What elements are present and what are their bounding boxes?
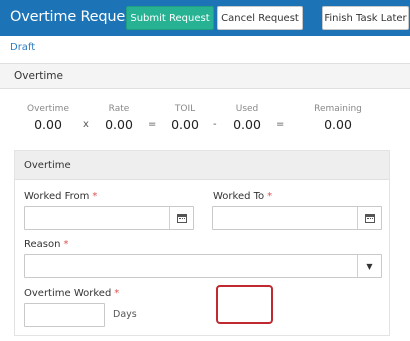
minus-operator: - <box>213 119 217 130</box>
cancel-request-button[interactable]: Cancel Request <box>217 6 303 30</box>
worked-to-calendar-button[interactable] <box>357 207 381 229</box>
reason-label: Reason * <box>24 239 68 250</box>
overtime-worked-label: Overtime Worked * <box>24 288 119 299</box>
overtime-worked-label-text: Overtime Worked <box>24 288 112 299</box>
summary-toil: TOIL 0.00 <box>165 104 205 132</box>
summary-remaining-value: 0.00 <box>324 117 352 132</box>
section-header: Overtime <box>0 64 410 89</box>
summary-overtime: Overtime 0.00 <box>25 104 71 132</box>
chevron-down-icon: ▼ <box>366 261 373 271</box>
summary-used-value: 0.00 <box>233 117 261 132</box>
summary-toil-label: TOIL <box>174 104 196 114</box>
days-unit-label: Days <box>113 309 137 320</box>
required-asterisk: * <box>63 239 69 250</box>
summary-used: Used 0.00 <box>227 104 267 132</box>
summary-rate-label: Rate <box>108 104 130 114</box>
worked-from-label-text: Worked From <box>24 191 90 202</box>
worked-from-calendar-button[interactable] <box>169 207 193 229</box>
reason-label-text: Reason <box>24 239 61 250</box>
worked-to-label: Worked To * <box>213 191 272 202</box>
required-asterisk: * <box>267 191 273 202</box>
calendar-icon <box>364 213 375 223</box>
summary-remaining-label: Remaining <box>314 104 362 114</box>
highlight-box <box>216 285 273 324</box>
status-label: Draft <box>10 42 36 53</box>
worked-to-label-text: Worked To <box>213 191 265 202</box>
multiply-operator: x <box>83 119 89 130</box>
summary-overtime-value: 0.00 <box>34 117 62 132</box>
reason-dropdown-button[interactable]: ▼ <box>357 255 381 277</box>
summary-rate-value: 0.00 <box>105 117 133 132</box>
equals-operator: = <box>148 119 157 130</box>
reason-select[interactable]: ▼ <box>24 254 382 278</box>
overtime-panel-header: Overtime <box>15 151 389 180</box>
finish-task-later-button[interactable]: Finish Task Later <box>322 6 409 30</box>
worked-to-input[interactable] <box>212 206 382 230</box>
overtime-worked-input[interactable] <box>24 303 105 327</box>
section-title: Overtime <box>14 70 63 82</box>
overtime-panel-title: Overtime <box>24 160 71 171</box>
summary-remaining: Remaining 0.00 <box>310 104 366 132</box>
worked-from-input[interactable] <box>24 206 194 230</box>
summary-overtime-label: Overtime <box>27 104 69 114</box>
page-title: Overtime Request <box>10 9 138 25</box>
submit-request-button[interactable]: Submit Request <box>126 6 214 30</box>
required-asterisk: * <box>92 191 98 202</box>
required-asterisk: * <box>114 288 120 299</box>
summary-used-label: Used <box>235 104 259 114</box>
calendar-icon <box>176 213 187 223</box>
top-bar: Overtime Request Submit Request Cancel R… <box>0 0 410 36</box>
summary-toil-value: 0.00 <box>171 117 199 132</box>
worked-from-label: Worked From * <box>24 191 97 202</box>
equals-operator-2: = <box>276 119 285 130</box>
summary-rate: Rate 0.00 <box>99 104 139 132</box>
